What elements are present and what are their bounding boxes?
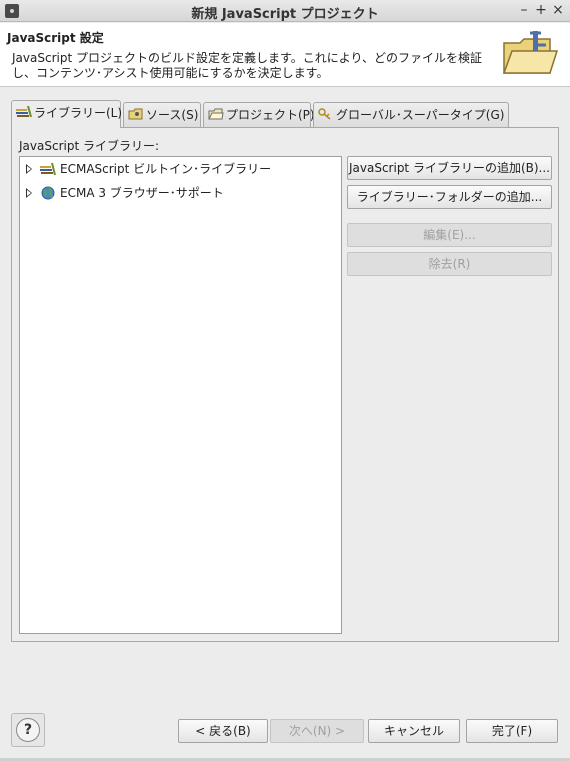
cancel-button[interactable]: キャンセル <box>368 719 460 743</box>
tree-item-ecmascript-builtin[interactable]: ECMAScript ビルトイン･ライブラリー <box>20 158 341 180</box>
next-button[interactable]: 次へ(N) > <box>270 719 364 743</box>
edit-button[interactable]: 編集(E)... <box>347 223 552 247</box>
library-tree[interactable]: ECMAScript ビルトイン･ライブラリー ECMA 3 ブラウザー･サポー… <box>19 156 342 634</box>
libraries-panel: JavaScript ライブラリー: ECMAScript ビルトイン･ライブラ… <box>11 127 559 642</box>
expand-arrow-icon[interactable] <box>26 188 32 198</box>
tab-label: ライブラリー(L) <box>34 106 123 120</box>
tab-label: ソース(S) <box>146 108 199 122</box>
page-description: JavaScript プロジェクトのビルド設定を定義します。これにより、どのファ… <box>12 51 483 80</box>
libraries-label: JavaScript ライブラリー: <box>19 139 160 153</box>
add-library-folder-button[interactable]: ライブラリー･フォルダーの追加... <box>347 185 552 209</box>
tab-label: グローバル･スーパータイプ(G) <box>336 108 505 122</box>
tab-source[interactable]: ソース(S) <box>123 102 201 128</box>
tab-projects[interactable]: プロジェクト(P) <box>203 102 315 128</box>
tree-item-ecma3-browser[interactable]: ECMA 3 ブラウザー･サポート <box>20 182 341 204</box>
add-javascript-library-button[interactable]: JavaScript ライブラリーの追加(B)... <box>347 156 552 180</box>
tab-libraries[interactable]: ライブラリー(L) <box>11 100 123 128</box>
help-button[interactable]: ? <box>16 718 40 742</box>
wizard-banner: JavaScript 設定 JavaScript プロジェクトのビルド設定を定義… <box>0 23 570 87</box>
tree-item-label: ECMA 3 ブラウザー･サポート <box>60 186 224 200</box>
window-title: 新規 JavaScript プロジェクト <box>191 7 379 22</box>
library-icon <box>40 162 56 176</box>
back-button[interactable]: < 戻る(B) <box>178 719 268 743</box>
close-button[interactable]: × <box>550 2 566 18</box>
maximize-button[interactable]: + <box>533 2 549 18</box>
expand-arrow-icon[interactable] <box>26 164 32 174</box>
page-title: JavaScript 設定 <box>7 31 104 45</box>
globe-icon <box>41 186 55 200</box>
library-icon <box>16 106 32 118</box>
remove-button[interactable]: 除去(R) <box>347 252 552 276</box>
source-icon <box>128 108 143 120</box>
minimize-button[interactable]: – <box>516 2 532 18</box>
supertype-icon <box>318 108 331 120</box>
tab-label: プロジェクト(P) <box>226 108 315 122</box>
project-folder-icon <box>208 108 224 120</box>
title-bar: 新規 JavaScript プロジェクト – + × <box>0 0 570 22</box>
tab-global-supertype[interactable]: グローバル･スーパータイプ(G) <box>313 102 509 128</box>
finish-button[interactable]: 完了(F) <box>466 719 558 743</box>
new-project-folder-icon <box>502 31 558 74</box>
tree-item-label: ECMAScript ビルトイン･ライブラリー <box>60 162 272 176</box>
